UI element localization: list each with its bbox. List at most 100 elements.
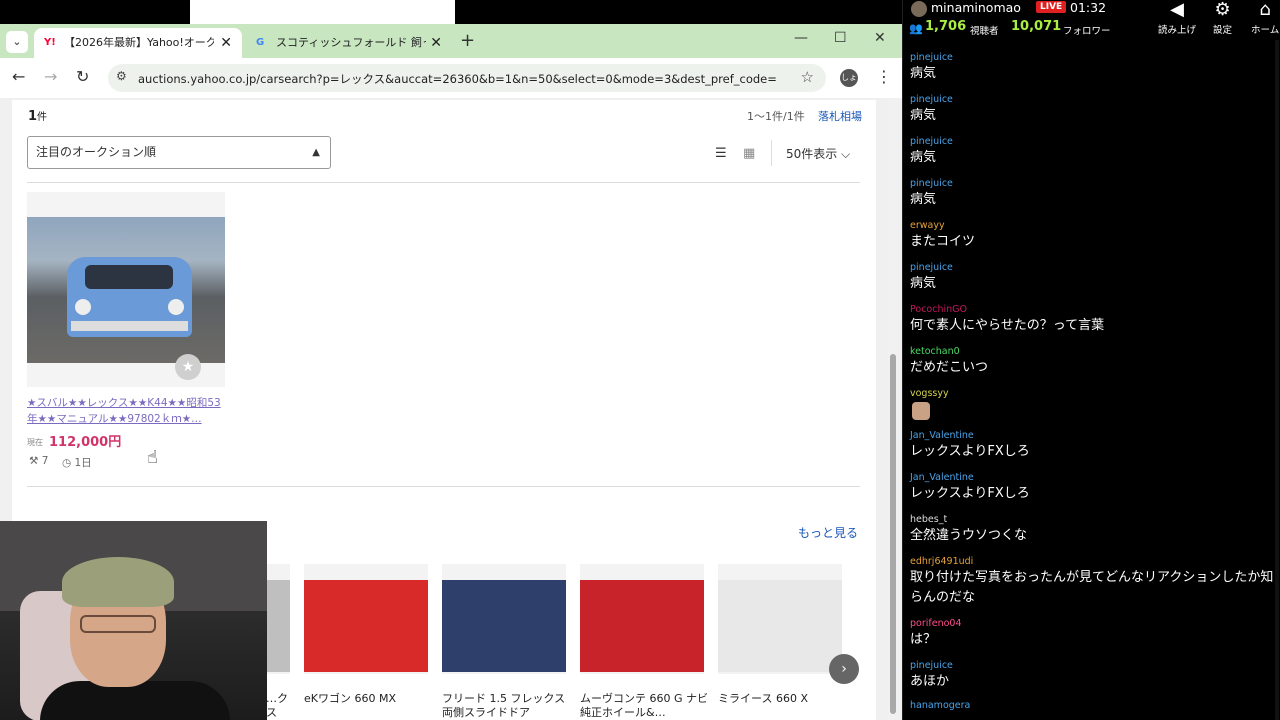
browser-toolbar: ← → ↻ ⚙ auctions.yahoo.co.jp/carsearch?p… [0, 58, 902, 98]
url-text[interactable]: auctions.yahoo.co.jp/carsearch?p=レックス&au… [138, 71, 778, 87]
chat-message-text: レックスよりFXしろ [910, 486, 1030, 501]
minimize-button[interactable]: — [794, 30, 808, 46]
grid-view-icon[interactable]: ▦ [743, 146, 755, 161]
chat-username[interactable]: pinejuice [910, 52, 953, 63]
list-view-icon[interactable]: ☰ [715, 146, 727, 161]
recommendation-photo[interactable] [580, 580, 704, 672]
chat-username[interactable]: erwayy [910, 220, 945, 231]
item-price: 112,000円 [49, 435, 122, 450]
chat-username[interactable]: vogssyy [910, 388, 949, 399]
scrollbar-thumb[interactable] [890, 354, 896, 714]
chat-username[interactable]: pinejuice [910, 660, 953, 671]
new-tab-button[interactable]: + [460, 30, 475, 51]
close-tab-icon[interactable]: ✕ [430, 28, 442, 58]
result-count: 1件 [28, 109, 48, 124]
maximize-button[interactable]: ☐ [834, 30, 847, 46]
chat-username[interactable]: pinejuice [910, 262, 953, 273]
chat-username[interactable]: hebes_t [910, 514, 947, 525]
recommendation-title[interactable]: …クス …ビ… [266, 692, 290, 720]
recommendation-card[interactable] [718, 564, 842, 674]
streamer-avatar [911, 1, 927, 17]
chat-username[interactable]: hanamogera [910, 700, 970, 711]
chat-username[interactable]: pinejuice [910, 94, 953, 105]
follower-count: 10,071 [1011, 19, 1062, 34]
tab-google-search[interactable]: G スコティッシュフォールド 飼ってはいけ ✕ [246, 28, 452, 58]
speaker-icon: ◀ [1170, 0, 1184, 20]
chevron-down-icon[interactable]: ⌄ [6, 31, 28, 53]
yahoo-favicon-icon: Y! [44, 37, 56, 48]
chat-username[interactable]: pinejuice [910, 178, 953, 189]
read-aloud-button[interactable]: ◀ 読み上げ [1158, 0, 1196, 36]
recommendation-title[interactable]: ムーヴコンテ 660 G ナビ 純正ホイール&… [580, 692, 708, 720]
chat-username[interactable]: ketochan0 [910, 346, 960, 357]
clock-icon: ◷ [62, 457, 75, 469]
chat-scrollbar[interactable] [1275, 40, 1279, 720]
chat-username[interactable]: Jan_Valentine [910, 472, 974, 483]
top-white-strip [190, 0, 455, 24]
chat-message-text: だめだこいつ [910, 360, 989, 375]
chat-message-text: またコイツ [910, 234, 976, 249]
recommendation-photo[interactable] [304, 580, 428, 672]
emote-icon [912, 402, 930, 420]
recommendation-title[interactable]: ミライース 660 X [718, 692, 846, 706]
chat-message-text: 病気 [910, 66, 937, 81]
google-favicon-icon: G [256, 37, 265, 48]
tab-yahoo-auction[interactable]: Y! 【2026年最新】Yahoo!オークション ✕ [34, 28, 242, 58]
home-button[interactable]: ⌂ ホーム [1251, 0, 1279, 36]
chat-message-text: 全然違うウソつくな [910, 528, 1028, 543]
recommendation-title[interactable]: eKワゴン 660 MX [304, 692, 432, 706]
item-photo[interactable] [27, 217, 225, 363]
chat-username[interactable]: edhrj6491udi [910, 556, 973, 567]
chat-message-text: 病気 [910, 192, 937, 207]
forward-button[interactable]: → [44, 67, 57, 86]
market-price-link[interactable]: 落札相場 [818, 108, 862, 124]
divider [27, 182, 860, 183]
time-remaining: ◷ 1日 [62, 457, 92, 469]
viewer-label: 視聴者 [970, 26, 999, 37]
next-arrow-icon[interactable]: › [829, 654, 859, 684]
tab-title: スコティッシュフォールド 飼ってはいけ [276, 36, 426, 49]
watchlist-star-icon[interactable]: ★ [175, 354, 201, 380]
viewer-count: 1,706 [925, 19, 967, 34]
item-title-link[interactable]: ★スバル★★レックス★★K44★★昭和53年★★マニュアル★★97802ｋｍ★… [27, 395, 227, 427]
settings-button[interactable]: ⚙ 設定 [1213, 0, 1232, 36]
chat-username[interactable]: porifeno04 [910, 618, 962, 629]
bid-count: ⚒ 7 [29, 455, 49, 467]
page-scrollbar[interactable] [888, 98, 898, 720]
home-icon: ⌂ [1259, 0, 1271, 20]
reload-button[interactable]: ↻ [76, 67, 89, 86]
address-bar[interactable]: ⚙ auctions.yahoo.co.jp/carsearch?p=レックス&… [108, 64, 826, 92]
select-caret-icon: ▲ [312, 147, 320, 158]
site-info-icon[interactable]: ⚙ [116, 69, 127, 83]
sort-select[interactable]: 注目のオークション順 ▲ [27, 136, 331, 169]
live-badge: LIVE [1036, 1, 1067, 13]
chat-message-text: あほか [910, 674, 950, 689]
result-range: 1〜1件/1件 [747, 110, 805, 123]
chat-username[interactable]: Jan_Valentine [910, 430, 974, 441]
recommendation-card[interactable] [304, 564, 428, 674]
gavel-icon: ⚒ [29, 455, 42, 467]
back-button[interactable]: ← [12, 67, 25, 86]
recommendation-card[interactable] [580, 564, 704, 674]
recommendation-photo[interactable] [442, 580, 566, 672]
search-results: 1件 1〜1件/1件 落札相場 注目のオークション順 ▲ ☰ ▦ 50件表示 ⌵ [12, 100, 876, 520]
viewers-icon: 👥 [909, 22, 923, 35]
chat-username[interactable]: pinejuice [910, 136, 953, 147]
bookmark-star-icon[interactable]: ☆ [801, 68, 814, 86]
close-tab-icon[interactable]: ✕ [220, 28, 232, 58]
recommendation-title[interactable]: フリード 1.5 フレックス 両側スライドドア [442, 692, 570, 720]
divider [27, 486, 860, 487]
profile-avatar[interactable]: しょ [840, 69, 858, 87]
webcam-feed [0, 521, 267, 720]
chat-username[interactable]: PocochinGO [910, 304, 967, 315]
browser-menu-icon[interactable]: ⋮ [876, 67, 892, 86]
elapsed-time: 01:32 [1070, 0, 1107, 15]
screen: ⌄ Y! 【2026年最新】Yahoo!オークション ✕ G スコティッシュフォ… [0, 0, 1280, 720]
recommendation-card[interactable] [442, 564, 566, 674]
divider [771, 140, 772, 166]
close-window-button[interactable]: ✕ [874, 30, 886, 46]
recommendation-photo[interactable] [718, 580, 842, 672]
see-more-link[interactable]: もっと見る [798, 524, 858, 541]
chat-message-text: は？ [910, 632, 937, 647]
per-page-select[interactable]: 50件表示 ⌵ [786, 145, 850, 162]
